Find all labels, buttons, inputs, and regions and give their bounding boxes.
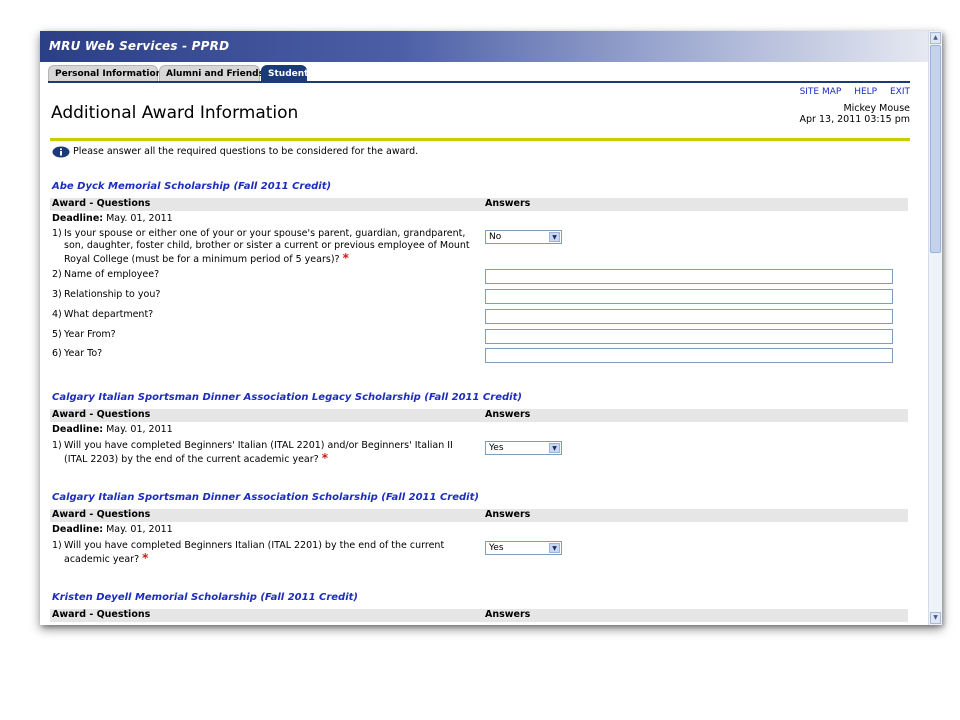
award-table-header: Award - Questions Answers (50, 609, 908, 622)
award-title[interactable]: Calgary Italian Sportsman Dinner Associa… (52, 392, 522, 403)
question-number: 6) (52, 348, 62, 359)
deadline-value: May. 01, 2011 (106, 213, 173, 224)
award-title[interactable]: Abe Dyck Memorial Scholarship (Fall 2011… (52, 181, 331, 192)
award-title[interactable]: Kristen Deyell Memorial Scholarship (Fal… (52, 592, 358, 603)
title-divider (50, 138, 910, 141)
question-text: Will you have completed Beginners' Itali… (64, 440, 453, 465)
answer-select[interactable]: No ▼ (485, 230, 562, 244)
deadline: Deadline: May. 01, 2011 (52, 424, 173, 435)
arrow-up-icon[interactable]: ▲ (930, 32, 941, 44)
deadline: Deadline: May. 01, 2011 (52, 524, 173, 535)
page-title: Additional Award Information (51, 103, 299, 123)
question-item: 6) Year To? (52, 348, 472, 360)
question-number: 5) (52, 329, 62, 340)
deadline-label: Deadline: (52, 524, 104, 535)
info-icon (52, 146, 70, 158)
deadline: Deadline: May. 01, 2011 (52, 213, 173, 224)
answer-select[interactable]: Yes ▼ (485, 441, 562, 455)
scrollbar-thumb[interactable] (930, 45, 941, 253)
questions-header: Award - Questions (52, 509, 151, 520)
question-item: 1) Will you have completed Beginners Ita… (52, 540, 472, 566)
question-text: Name of employee? (64, 269, 160, 280)
answer-input-relationship[interactable] (485, 289, 893, 304)
deadline-value: May. 01, 2011 (106, 524, 173, 535)
required-marker: * (321, 451, 328, 465)
questions-header: Award - Questions (52, 198, 151, 209)
required-marker: * (342, 251, 349, 265)
question-text: Year From? (64, 329, 116, 340)
answer-input-name-of-employee[interactable] (485, 269, 893, 284)
app-banner: MRU Web Services - PPRD (40, 31, 928, 62)
user-datetime: Apr 13, 2011 03:15 pm (799, 114, 910, 125)
award-section: Abe Dyck Memorial Scholarship (Fall 2011… (50, 181, 910, 367)
question-item: 4) What department? (52, 309, 472, 321)
question-number: 1) (52, 228, 62, 239)
question-item: 1) Is your spouse or either one of your … (52, 228, 472, 266)
help-link[interactable]: HELP (854, 87, 877, 97)
question-text: Year To? (64, 348, 103, 359)
vertical-scrollbar[interactable]: ▲ ▼ (928, 31, 942, 625)
deadline-label: Deadline: (52, 424, 104, 435)
tab-alumni-and-friends[interactable]: Alumni and Friends (159, 65, 264, 82)
deadline-value: May. 01, 2011 (106, 424, 173, 435)
answers-header: Answers (485, 509, 531, 520)
info-message: Please answer all the required questions… (73, 146, 419, 157)
select-value: Yes (489, 443, 504, 453)
question-item: 5) Year From? (52, 329, 472, 341)
questions-header: Award - Questions (52, 609, 151, 620)
answers-header: Answers (485, 409, 531, 420)
answers-header: Answers (485, 198, 531, 209)
deadline-label: Deadline: (52, 213, 104, 224)
select-value: No (489, 232, 502, 242)
question-text: Is your spouse or either one of your or … (64, 228, 470, 265)
tab-personal-information[interactable]: Personal Information (48, 65, 162, 82)
answer-input-year-from[interactable] (485, 329, 893, 344)
award-section: Calgary Italian Sportsman Dinner Associa… (50, 492, 910, 572)
question-number: 1) (52, 440, 62, 451)
chevron-down-icon: ▼ (549, 443, 560, 453)
chevron-down-icon: ▼ (549, 543, 560, 553)
question-item: 2) Name of employee? (52, 269, 472, 281)
question-text: Will you have completed Beginners Italia… (64, 540, 445, 565)
answers-header: Answers (485, 609, 531, 620)
select-value: Yes (489, 543, 504, 553)
questions-header: Award - Questions (52, 409, 151, 420)
question-text: What department? (64, 309, 154, 320)
question-number: 1) (52, 540, 62, 551)
answer-select[interactable]: Yes ▼ (485, 541, 562, 555)
answer-input-department[interactable] (485, 309, 893, 324)
browser-window: MRU Web Services - PPRD Personal Informa… (40, 31, 942, 625)
required-marker: * (142, 551, 149, 565)
chevron-down-icon: ▼ (549, 232, 560, 242)
answer-input-year-to[interactable] (485, 348, 893, 363)
award-table-header: Award - Questions Answers (50, 198, 908, 211)
award-table-header: Award - Questions Answers (50, 509, 908, 522)
award-section: Kristen Deyell Memorial Scholarship (Fal… (50, 592, 910, 625)
question-number: 2) (52, 269, 62, 280)
arrow-down-icon[interactable]: ▼ (930, 612, 941, 624)
question-item: 1) Will you have completed Beginners' It… (52, 440, 472, 466)
award-section: Calgary Italian Sportsman Dinner Associa… (50, 392, 910, 472)
award-table-header: Award - Questions Answers (50, 409, 908, 422)
question-text: Relationship to you? (64, 289, 161, 300)
question-number: 4) (52, 309, 62, 320)
question-number: 3) (52, 289, 62, 300)
site-map-link[interactable]: SITE MAP (800, 87, 842, 97)
question-item: 3) Relationship to you? (52, 289, 472, 301)
award-title[interactable]: Calgary Italian Sportsman Dinner Associa… (52, 492, 479, 503)
tab-student[interactable]: Student (261, 65, 308, 82)
app-title: MRU Web Services - PPRD (49, 39, 230, 53)
exit-link[interactable]: EXIT (890, 87, 910, 97)
user-name: Mickey Mouse (843, 103, 910, 114)
top-links: SITE MAP HELP EXIT (790, 87, 910, 97)
tab-underline (48, 81, 910, 83)
